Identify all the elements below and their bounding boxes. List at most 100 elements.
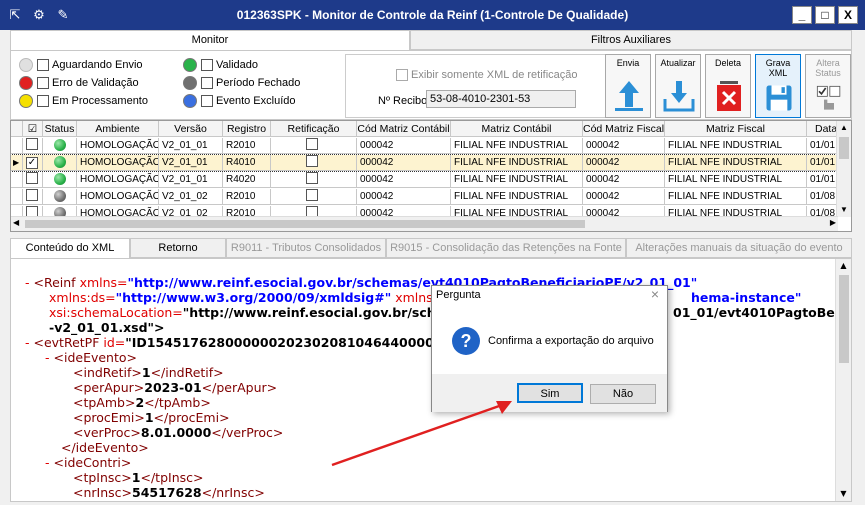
tab-monitor[interactable]: Monitor	[10, 30, 410, 50]
retificacao-cell[interactable]	[271, 172, 357, 188]
xml-line: <perApur>2023-01</perApur>	[73, 380, 278, 395]
scroll-right-icon[interactable]: ▶	[830, 218, 836, 227]
altera-status-button[interactable]: Altera Status	[805, 54, 851, 118]
legend-erro: Erro de Validação	[19, 75, 139, 91]
status-dot-icon	[53, 156, 66, 169]
filter-checkbox[interactable]	[201, 59, 213, 71]
xml-line: <verProc>8.01.0000</verProc>	[73, 425, 284, 440]
registro-cell: R2010	[223, 189, 271, 205]
matriz-contabil-cell: FILIAL NFE INDUSTRIAL	[451, 172, 583, 188]
row-checkbox[interactable]	[23, 138, 43, 154]
xml-line: 01_01/evt4010PagtoBen	[673, 305, 844, 320]
scroll-thumb[interactable]	[839, 275, 849, 363]
grid-vertical-scrollbar[interactable]: ▲ ▼	[836, 121, 851, 217]
grid-horizontal-scrollbar[interactable]: ◀ ▶	[11, 216, 838, 231]
grava-xml-button[interactable]: Grava XML	[755, 54, 801, 118]
col-cod-matriz-contabil-header[interactable]: Cód Matriz Contábil	[357, 121, 451, 137]
xml-vertical-scrollbar[interactable]: ▲ ▼	[835, 259, 851, 501]
matriz-contabil-cell: FILIAL NFE INDUSTRIAL	[451, 138, 583, 154]
scroll-down-icon[interactable]: ▼	[836, 487, 851, 501]
cod-matriz-fiscal-cell: 000042	[583, 189, 665, 205]
retificacao-cell[interactable]	[271, 189, 357, 205]
filter-checkbox[interactable]	[37, 95, 49, 107]
filter-checkbox[interactable]	[201, 77, 213, 89]
table-row[interactable]: HOMOLOGAÇÃO V2_01_01 R2010 000042 FILIAL…	[11, 138, 851, 154]
show-xml-checkbox[interactable]	[396, 69, 408, 81]
status-cell	[43, 189, 77, 205]
tab-r9011[interactable]: R9011 - Tributos Consolidados	[226, 238, 386, 258]
status-dot-icon	[53, 139, 66, 152]
scroll-up-icon[interactable]: ▲	[836, 259, 851, 273]
matriz-fiscal-cell: FILIAL NFE INDUSTRIAL	[665, 138, 807, 154]
xml-line: xmlns:ds="http://www.w3.org/2000/09/xmld…	[49, 290, 455, 305]
col-check-header[interactable]: ☑	[23, 121, 43, 137]
col-cod-matriz-fiscal-header[interactable]: Cód Matriz Fiscal	[583, 121, 665, 137]
minimize-button[interactable]: _	[792, 6, 812, 24]
title-bar: ⇱ ⚙ ✎ 012363SPK - Monitor de Controle da…	[0, 0, 865, 30]
scroll-thumb[interactable]	[839, 137, 849, 159]
matriz-fiscal-cell: FILIAL NFE INDUSTRIAL	[665, 172, 807, 188]
col-retificacao-header[interactable]: Retificação	[271, 121, 357, 137]
tab-filtros-auxiliares[interactable]: Filtros Auxiliares	[410, 30, 852, 50]
legend-label: Erro de Validação	[52, 77, 139, 89]
table-row[interactable]: HOMOLOGAÇÃO V2_01_02 R2010 000042 FILIAL…	[11, 189, 851, 205]
deleta-button[interactable]: Deleta	[705, 54, 751, 118]
envia-button[interactable]: Envia	[605, 54, 651, 118]
confirm-dialog: Pergunta × ? Confirma a exportação do ar…	[431, 285, 668, 412]
scroll-thumb[interactable]	[25, 220, 585, 228]
scroll-left-icon[interactable]: ◀	[13, 218, 19, 227]
xml-line: </ideEvento>	[61, 440, 149, 455]
tab-alteracoes-manuais[interactable]: Alterações manuais da situação do evento	[626, 238, 852, 258]
legend-label: Validado	[216, 59, 258, 71]
col-status-header[interactable]: Status	[43, 121, 77, 137]
maximize-button[interactable]: □	[815, 6, 835, 24]
table-row[interactable]: ▶ ✓ HOMOLOGAÇÃO V2_01_01 R4010 000042 FI…	[11, 154, 851, 172]
row-checkbox[interactable]	[23, 189, 43, 205]
atualizar-button[interactable]: Atualizar	[655, 54, 701, 118]
filter-checkbox[interactable]	[37, 59, 49, 71]
cod-matriz-contabil-cell: 000042	[357, 155, 451, 171]
row-checkbox[interactable]	[23, 172, 43, 188]
registro-cell: R2010	[223, 138, 271, 154]
col-matriz-fiscal-header[interactable]: Matriz Fiscal	[665, 121, 807, 137]
save-disk-icon	[766, 85, 792, 111]
tab-retorno[interactable]: Retorno	[130, 238, 226, 258]
tab-conteudo-xml[interactable]: Conteúdo do XML	[10, 238, 130, 258]
filter-checkbox[interactable]	[201, 95, 213, 107]
retificacao-cell[interactable]	[271, 138, 357, 154]
cod-matriz-fiscal-cell: 000042	[583, 138, 665, 154]
col-registro-header[interactable]: Registro	[223, 121, 271, 137]
versao-cell: V2_01_01	[159, 172, 223, 188]
ambiente-cell: HOMOLOGAÇÃO	[77, 138, 159, 154]
xml-line: - <ideEvento>	[45, 350, 138, 365]
recibo-input[interactable]: 53-08-4010-2301-53	[426, 90, 576, 108]
filter-checkbox[interactable]	[37, 77, 49, 89]
nao-button[interactable]: Não	[590, 384, 656, 404]
status-cell	[43, 172, 77, 188]
tab-r9015[interactable]: R9015 - Consolidação das Retenções na Fo…	[386, 238, 626, 258]
retificacao-cell[interactable]	[271, 155, 357, 171]
sim-button[interactable]: Sim	[517, 383, 583, 403]
deleta-label: Deleta	[714, 58, 741, 68]
registro-cell: R4020	[223, 172, 271, 188]
col-ambiente-header[interactable]: Ambiente	[77, 121, 159, 137]
bottom-tab-bar: Conteúdo do XML Retorno R9011 - Tributos…	[10, 238, 852, 258]
col-versao-header[interactable]: Versão	[159, 121, 223, 137]
dialog-close-button[interactable]: ×	[651, 286, 659, 302]
legend-label: Aguardando Envio	[52, 59, 143, 71]
dialog-title: Pergunta	[436, 289, 481, 301]
col-matriz-contabil-header[interactable]: Matriz Contábil	[451, 121, 583, 137]
scroll-down-icon[interactable]: ▼	[837, 203, 851, 217]
delete-icon	[717, 81, 741, 111]
status-dot-icon	[183, 58, 197, 72]
xml-line: - <ideContri>	[45, 455, 132, 470]
close-button[interactable]: X	[838, 6, 858, 24]
xml-line: <tpInsc>1</tpInsc>	[73, 470, 204, 485]
row-indicator	[11, 172, 23, 188]
row-checkbox[interactable]: ✓	[23, 155, 43, 171]
status-cell	[43, 155, 77, 171]
scroll-up-icon[interactable]: ▲	[837, 121, 851, 135]
cod-matriz-contabil-cell: 000042	[357, 189, 451, 205]
table-row[interactable]: HOMOLOGAÇÃO V2_01_01 R4020 000042 FILIAL…	[11, 172, 851, 188]
cod-matriz-contabil-cell: 000042	[357, 138, 451, 154]
